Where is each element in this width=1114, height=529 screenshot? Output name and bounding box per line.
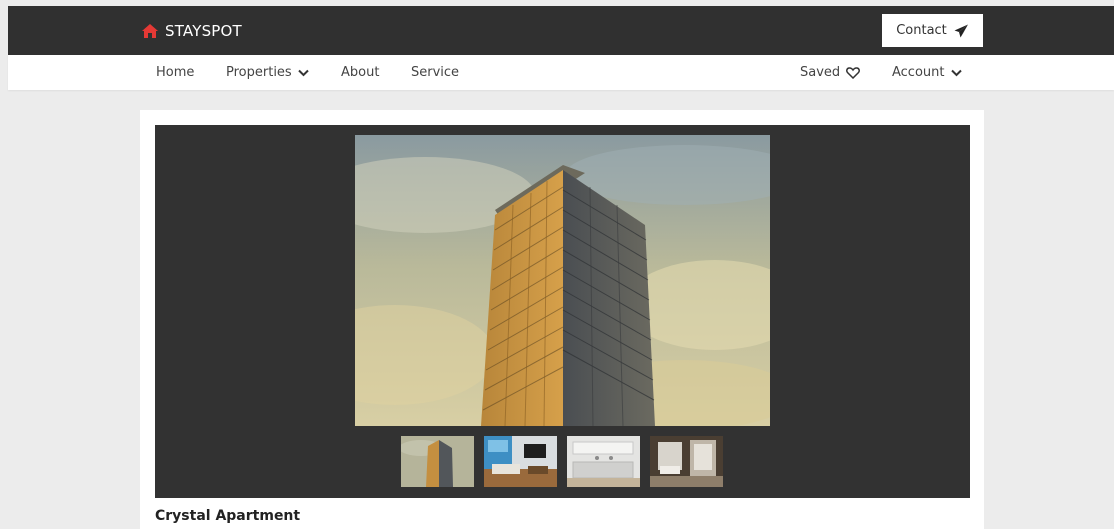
property-title: Crystal Apartment — [155, 508, 301, 524]
paper-plane-icon — [954, 24, 968, 37]
main-navigation: Home Properties About Service Saved Acco… — [8, 55, 1114, 90]
nav-home[interactable]: Home — [156, 55, 194, 90]
nav-service-label: Service — [411, 65, 460, 80]
nav-properties[interactable]: Properties — [226, 55, 309, 90]
nav-saved-label: Saved — [800, 65, 841, 80]
nav-home-label: Home — [156, 65, 195, 80]
chevron-down-icon — [297, 69, 309, 76]
thumbnail-bathroom[interactable] — [650, 436, 723, 487]
brand-logo[interactable]: STAYSPOT — [141, 20, 242, 42]
brand-name: STAYSPOT — [165, 22, 242, 40]
thumbnail-strip — [401, 436, 723, 487]
chevron-down-icon — [950, 69, 962, 76]
thumbnail-living-room[interactable] — [484, 436, 557, 487]
top-header-bar: STAYSPOT Contact — [8, 6, 1114, 55]
contact-button-label: Contact — [896, 23, 947, 38]
nav-account[interactable]: Account — [892, 55, 962, 90]
contact-button[interactable]: Contact — [882, 14, 983, 47]
main-photo[interactable] — [355, 135, 770, 426]
thumbnail-kitchen[interactable] — [567, 436, 640, 487]
thumbnail-tower-exterior[interactable] — [401, 436, 474, 487]
nav-about[interactable]: About — [341, 55, 379, 90]
nav-about-label: About — [341, 65, 380, 80]
nav-account-label: Account — [892, 65, 945, 80]
home-icon — [142, 24, 158, 38]
nav-service[interactable]: Service — [411, 55, 459, 90]
nav-saved[interactable]: Saved — [800, 55, 861, 90]
heart-icon — [846, 66, 861, 79]
nav-properties-label: Properties — [226, 65, 292, 80]
property-card: Crystal Apartment — [140, 110, 984, 529]
photo-gallery — [155, 125, 970, 498]
